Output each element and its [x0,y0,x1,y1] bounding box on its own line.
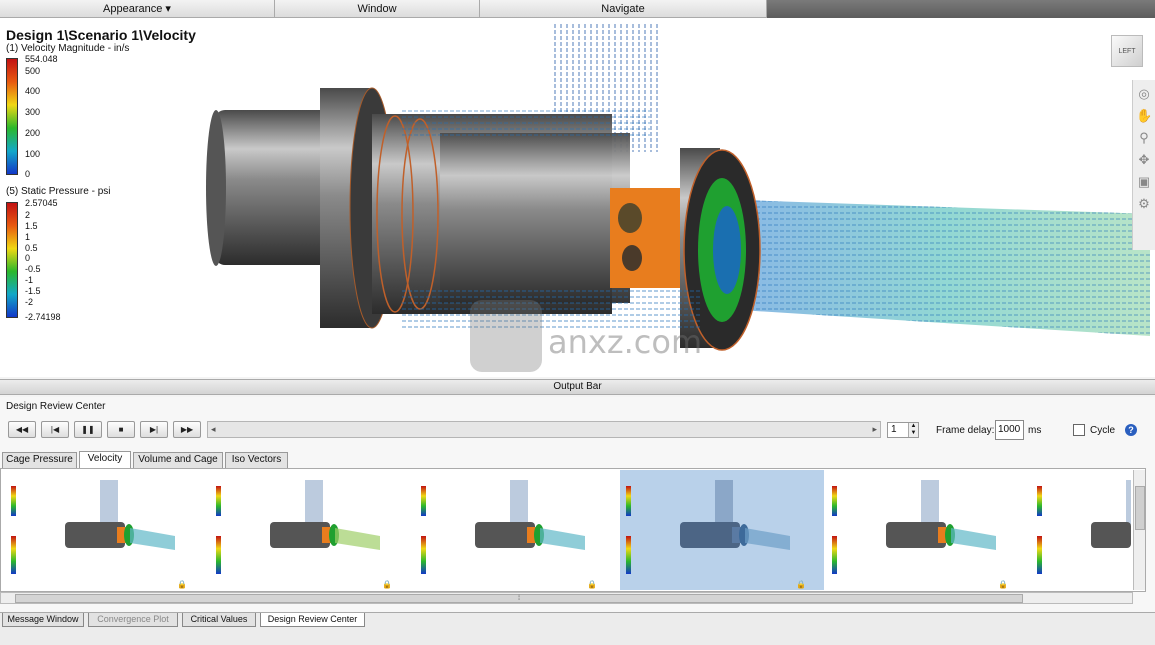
navigate-menu[interactable]: Navigate [480,0,767,18]
frame-thumbnail[interactable] [1031,470,1131,590]
look-at-icon[interactable]: ▣ [1136,174,1152,190]
step-back-button[interactable]: |◀ [41,421,69,438]
velocity-tick: 554.048 [25,54,58,64]
settings-icon[interactable]: ⚙ [1136,196,1152,212]
velocity-tick: 200 [25,128,41,138]
tab-volume-and-cage[interactable]: Volume and Cage [133,452,223,468]
velocity-color-bar [6,58,18,175]
steering-wheel-icon[interactable]: ◎ [1136,86,1152,102]
rewind-button[interactable]: ◀◀ [8,421,36,438]
top-menu-bar: Appearance ▾ Window Navigate [0,0,1155,18]
thumb-render [65,480,175,550]
cycle-checkbox[interactable] [1073,424,1085,436]
lock-icon[interactable]: 🔒 [587,580,597,589]
frame-thumbnail[interactable]: 🔒 [210,470,410,590]
tab-cage-pressure[interactable]: Cage Pressure [2,452,77,468]
velocity-tick: 300 [25,107,41,117]
thumb-render [1091,480,1131,548]
horizontal-scroll-thumb[interactable]: ⦙ [15,594,1023,603]
navigation-bar: ◎ ✋ ⚲ ✥ ▣ ⚙ [1132,80,1155,250]
frame-thumbnail[interactable]: 🔒 [5,470,205,590]
frame-thumbnail-selected[interactable]: 🔒 [620,470,824,590]
pressure-tick: 0 [25,253,31,263]
watermark-shield-icon [470,300,542,372]
zoom-icon[interactable]: ⚲ [1136,130,1152,146]
thumb-render [886,480,996,550]
window-menu[interactable]: Window [275,0,480,18]
thumb-render [680,480,790,550]
lock-icon[interactable]: 🔒 [177,580,187,589]
orbit-icon[interactable]: ✥ [1136,152,1152,168]
tab-design-review-center[interactable]: Design Review Center [260,613,365,627]
3d-viewport[interactable]: Design 1\Scenario 1\Velocity (1) Velocit… [0,18,1155,377]
drc-title: Design Review Center [6,401,106,412]
velocity-tick: 500 [25,66,41,76]
vertical-scroll-thumb[interactable] [1135,486,1145,530]
velocity-tick: 100 [25,149,41,159]
help-icon[interactable]: ? [1125,424,1137,436]
output-bar[interactable]: Output Bar [0,379,1155,395]
slider-right-arrow-icon[interactable]: ▸ [872,424,877,435]
velocity-tick: 400 [25,86,41,96]
lock-icon[interactable]: 🔒 [796,580,806,589]
frame-spinner[interactable]: 1 ▲ ▼ [887,422,919,438]
pressure-tick: -1 [25,275,34,285]
watermark-text: anxz.com [548,323,703,361]
pressure-tick: 1.5 [25,221,38,231]
thumbnail-vertical-scrollbar[interactable] [1133,470,1145,590]
fast-forward-button[interactable]: ▶▶ [173,421,201,438]
viewcube[interactable]: LEFT [1111,35,1143,67]
cycle-label: Cycle [1090,425,1116,436]
pressure-tick: 2 [25,210,31,220]
pressure-legend-title: (5) Static Pressure - psi [6,186,111,197]
frame-delay-label: Frame delay: [936,425,995,436]
tab-critical-values[interactable]: Critical Values [182,613,256,627]
menu-filler [767,0,1155,18]
velocity-legend-title: (1) Velocity Magnitude - in/s [6,43,130,54]
step-forward-button[interactable]: ▶| [140,421,168,438]
slider-left-arrow-icon[interactable]: ◂ [211,424,216,435]
viewport-title: Design 1\Scenario 1\Velocity [6,27,196,43]
frame-value: 1 [891,424,897,435]
frame-thumbnail[interactable]: 🔒 [826,470,1026,590]
velocity-tick: 0 [25,169,31,179]
ms-label: ms [1028,425,1042,436]
frame-slider[interactable]: ◂ ▸ [207,421,881,438]
thumbnail-horizontal-scrollbar[interactable]: ⦙ [0,592,1133,604]
tab-iso-vectors[interactable]: Iso Vectors [225,452,288,468]
frame-delay-input[interactable]: 1000 [995,420,1024,440]
pressure-tick: -2.74198 [25,312,61,322]
spinner-arrows-icon[interactable]: ▲ ▼ [908,423,918,437]
pressure-tick: -0.5 [25,264,41,274]
stop-button[interactable]: ■ [107,421,135,438]
pressure-tick: 1 [25,232,31,242]
pan-hand-icon[interactable]: ✋ [1136,108,1152,124]
thumb-render [475,480,585,550]
pressure-tick: -2 [25,297,34,307]
pressure-tick: -1.5 [25,286,41,296]
pressure-tick: 0.5 [25,243,38,253]
pressure-tick: 2.57045 [25,198,58,208]
frame-thumbnail[interactable]: 🔒 [415,470,615,590]
thumb-render [270,480,380,550]
tab-message-window[interactable]: Message Window [2,613,84,627]
pause-button[interactable]: ❚❚ [74,421,102,438]
lock-icon[interactable]: 🔒 [998,580,1008,589]
lock-icon[interactable]: 🔒 [382,580,392,589]
tab-velocity[interactable]: Velocity [79,451,131,469]
appearance-menu[interactable]: Appearance ▾ [0,0,275,18]
tab-convergence-plot[interactable]: Convergence Plot [88,613,178,627]
pressure-color-bar [6,202,18,318]
